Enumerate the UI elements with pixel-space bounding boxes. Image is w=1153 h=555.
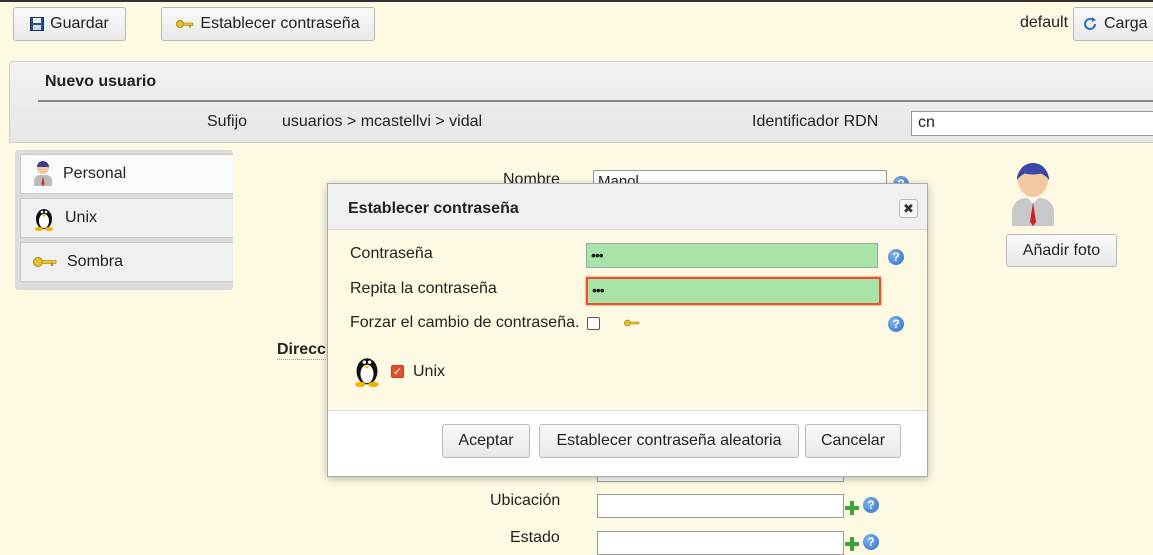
location-label: Ubicación (490, 492, 561, 509)
rdn-label: Identificador RDN (752, 113, 879, 130)
force-change-checkbox[interactable] (587, 317, 600, 330)
random-password-button[interactable]: Establecer contraseña aleatoria (539, 424, 799, 458)
dialog-header: Establecer contraseña ✖ (328, 184, 927, 230)
load-button-label: Carga (1104, 15, 1148, 32)
save-button[interactable]: Guardar (13, 7, 126, 41)
user-avatar-icon (1008, 158, 1058, 226)
help-icon[interactable]: ? (863, 497, 879, 513)
repeat-password-label: Repita la contraseña (350, 280, 497, 297)
sidebar-item-label: Personal (63, 165, 127, 182)
user-icon (34, 161, 52, 186)
add-photo-button[interactable]: Añadir foto (1006, 234, 1117, 267)
penguin-icon (35, 209, 53, 231)
unix-label: Unix (413, 363, 446, 380)
force-change-label: Forzar el cambio de contraseña. (350, 314, 580, 331)
help-icon[interactable]: ? (863, 534, 879, 550)
random-password-button-label: Establecer contraseña aleatoria (556, 432, 782, 449)
top-border (0, 0, 1153, 2)
cancel-button-label: Cancelar (820, 432, 886, 449)
help-icon[interactable]: ? (888, 316, 904, 332)
header-divider (38, 100, 1153, 102)
reload-icon (1084, 17, 1096, 30)
status-field[interactable] (597, 531, 844, 555)
close-icon[interactable]: ✖ (899, 199, 918, 218)
repeat-password-input[interactable]: ••• (586, 277, 881, 305)
add-icon[interactable] (845, 501, 859, 515)
dialog-footer: Aceptar Establecer contraseña aleatoria … (328, 410, 927, 476)
dialog-body: Contraseña ••• ? Repita la contraseña ••… (328, 230, 927, 410)
sidebar: Personal Unix Sombra (15, 150, 233, 290)
key-icon (176, 20, 194, 28)
load-button[interactable]: Carga (1073, 7, 1153, 41)
password-input[interactable]: ••• (586, 243, 878, 268)
cancel-button[interactable]: Cancelar (805, 424, 901, 458)
key-icon (33, 257, 57, 267)
page-title: Nuevo usuario (45, 73, 157, 90)
sidebar-item-unix[interactable]: Unix (20, 198, 233, 238)
add-icon[interactable] (845, 537, 859, 551)
set-password-button-label: Establecer contraseña (200, 15, 360, 32)
location-field[interactable] (597, 494, 844, 518)
dialog-title: Establecer contraseña (348, 200, 519, 217)
sidebar-item-shadow[interactable]: Sombra (20, 242, 233, 282)
floppy-disk-icon (30, 17, 45, 31)
accept-button-label: Aceptar (458, 432, 514, 449)
set-password-button[interactable]: Establecer contraseña (161, 7, 375, 41)
add-photo-label: Añadir foto (1022, 241, 1101, 259)
save-button-label: Guardar (50, 15, 109, 32)
profile-label: default (1020, 14, 1069, 31)
suffix-label: Sufijo (207, 113, 248, 130)
sidebar-item-label: Sombra (67, 253, 124, 270)
unix-checkbox[interactable]: ✓ (391, 365, 404, 378)
status-label: Estado (510, 529, 560, 546)
suffix-value[interactable]: usuarios > mcastellvi > vidal (282, 113, 482, 131)
rdn-select[interactable]: cn (911, 111, 1153, 136)
help-icon[interactable]: ? (888, 249, 904, 265)
accept-button[interactable]: Aceptar (442, 424, 530, 458)
penguin-icon (355, 358, 379, 387)
set-password-dialog: Establecer contraseña ✖ Contraseña ••• ?… (327, 183, 928, 477)
key-icon (624, 319, 640, 327)
password-label: Contraseña (350, 245, 433, 262)
sidebar-item-label: Unix (65, 209, 98, 226)
sidebar-item-personal[interactable]: Personal (20, 154, 233, 194)
